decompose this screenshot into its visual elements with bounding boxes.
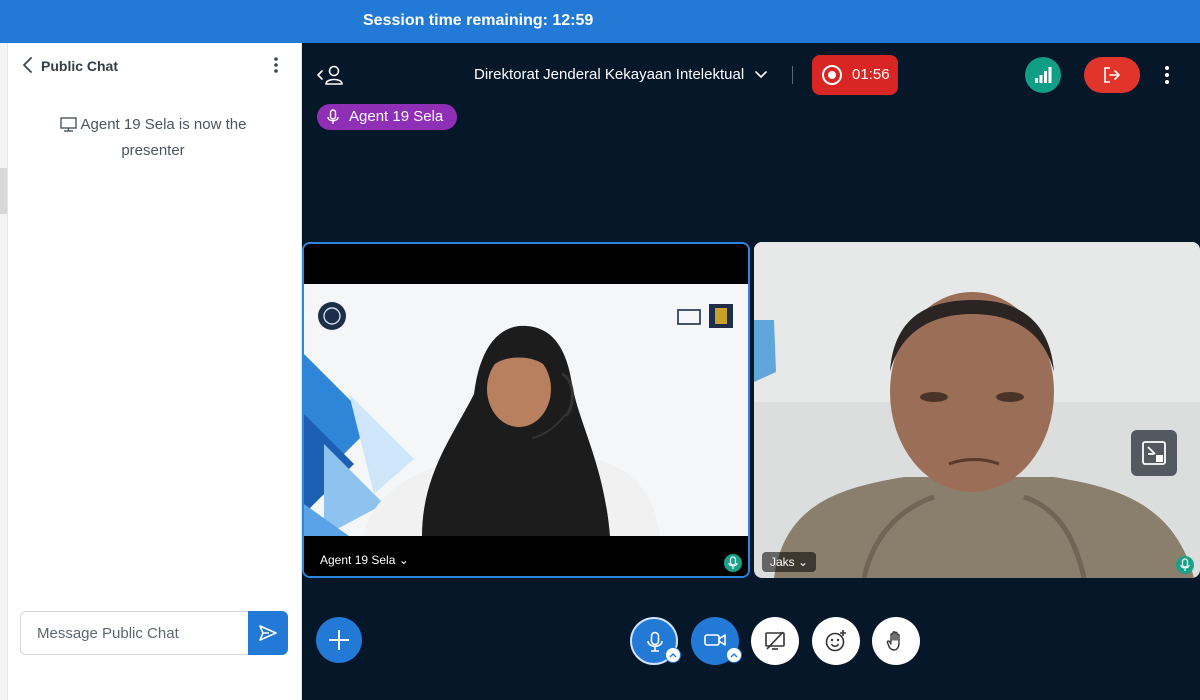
header-divider <box>792 66 793 84</box>
actions-plus-button[interactable] <box>316 617 362 663</box>
options-menu-button[interactable] <box>1157 63 1177 87</box>
meeting-stage: Direktorat Jenderal Kekayaan Intelektual… <box>302 43 1200 700</box>
record-icon <box>822 65 842 85</box>
users-icon <box>317 65 343 85</box>
audio-options-caret[interactable] <box>665 647 681 663</box>
session-timer-text: Session time remaining: 12:59 <box>363 12 594 29</box>
system-message-text: Agent 19 Sela is now the presenter <box>80 116 247 159</box>
kebab-menu-icon <box>1165 66 1169 84</box>
recording-button[interactable]: 01:56 <box>812 55 898 95</box>
system-message: Agent 19 Sela is now the presenter <box>28 113 278 162</box>
exit-icon <box>1104 67 1120 83</box>
chevron-left-icon[interactable] <box>18 55 38 75</box>
video-options-caret[interactable] <box>726 647 742 663</box>
picture-in-picture-button[interactable] <box>1131 430 1177 476</box>
session-timer-bar: Session time remaining: 12:59 <box>0 0 1200 43</box>
chevron-down-icon: ⌄ <box>398 553 409 567</box>
emoji-add-icon <box>825 630 846 652</box>
chevron-down-icon: ⌄ <box>798 555 809 569</box>
share-screen-button[interactable] <box>751 617 799 665</box>
video-tile-agent[interactable]: Agent 19 Sela ⌄ <box>302 242 750 578</box>
send-message-button[interactable] <box>248 611 288 655</box>
chat-title: Public Chat <box>41 58 119 74</box>
participant-name-tag[interactable]: Agent 19 Sela ⌄ <box>312 550 417 570</box>
signal-bars-icon <box>1035 67 1052 83</box>
send-icon <box>259 625 277 641</box>
microphone-icon <box>327 109 339 124</box>
toggle-user-list-button[interactable] <box>316 63 346 89</box>
chevron-down-icon[interactable] <box>754 70 768 80</box>
connection-status-button[interactable] <box>1025 57 1061 93</box>
video-camera-icon <box>704 634 726 646</box>
video-feed-jaks <box>754 242 1200 578</box>
nav-strip-selected-marker <box>0 168 7 214</box>
raise-hand-icon <box>886 631 900 651</box>
kebab-menu-icon[interactable] <box>266 55 286 75</box>
presentation-icon <box>59 116 77 139</box>
meeting-title[interactable]: Direktorat Jenderal Kekayaan Intelektual <box>474 66 744 83</box>
talking-indicator[interactable]: Agent 19 Sela <box>317 104 458 130</box>
video-feed-presenter <box>304 244 748 576</box>
microphone-icon <box>647 631 663 652</box>
participant-name: Agent 19 Sela <box>320 553 396 567</box>
talking-indicator-name: Agent 19 Sela <box>349 108 444 125</box>
chat-header: Public Chat <box>8 43 302 88</box>
microphone-status-icon <box>1176 556 1194 574</box>
nav-strip <box>0 43 8 700</box>
participant-name-tag[interactable]: Jaks ⌄ <box>762 552 817 572</box>
recording-time: 01:56 <box>852 66 890 83</box>
screen-share-off-icon <box>765 631 785 650</box>
public-chat-panel: Public Chat Agent 19 Sela is now the pre… <box>8 43 302 700</box>
reactions-button[interactable] <box>812 617 860 665</box>
video-tile-jaks[interactable]: Jaks ⌄ <box>754 242 1200 578</box>
raise-hand-button[interactable] <box>872 617 920 665</box>
chat-message-input[interactable] <box>20 611 249 655</box>
participant-name: Jaks <box>770 555 795 569</box>
picture-in-picture-icon <box>1142 441 1166 465</box>
microphone-status-icon <box>724 554 742 572</box>
leave-meeting-button[interactable] <box>1084 57 1140 93</box>
